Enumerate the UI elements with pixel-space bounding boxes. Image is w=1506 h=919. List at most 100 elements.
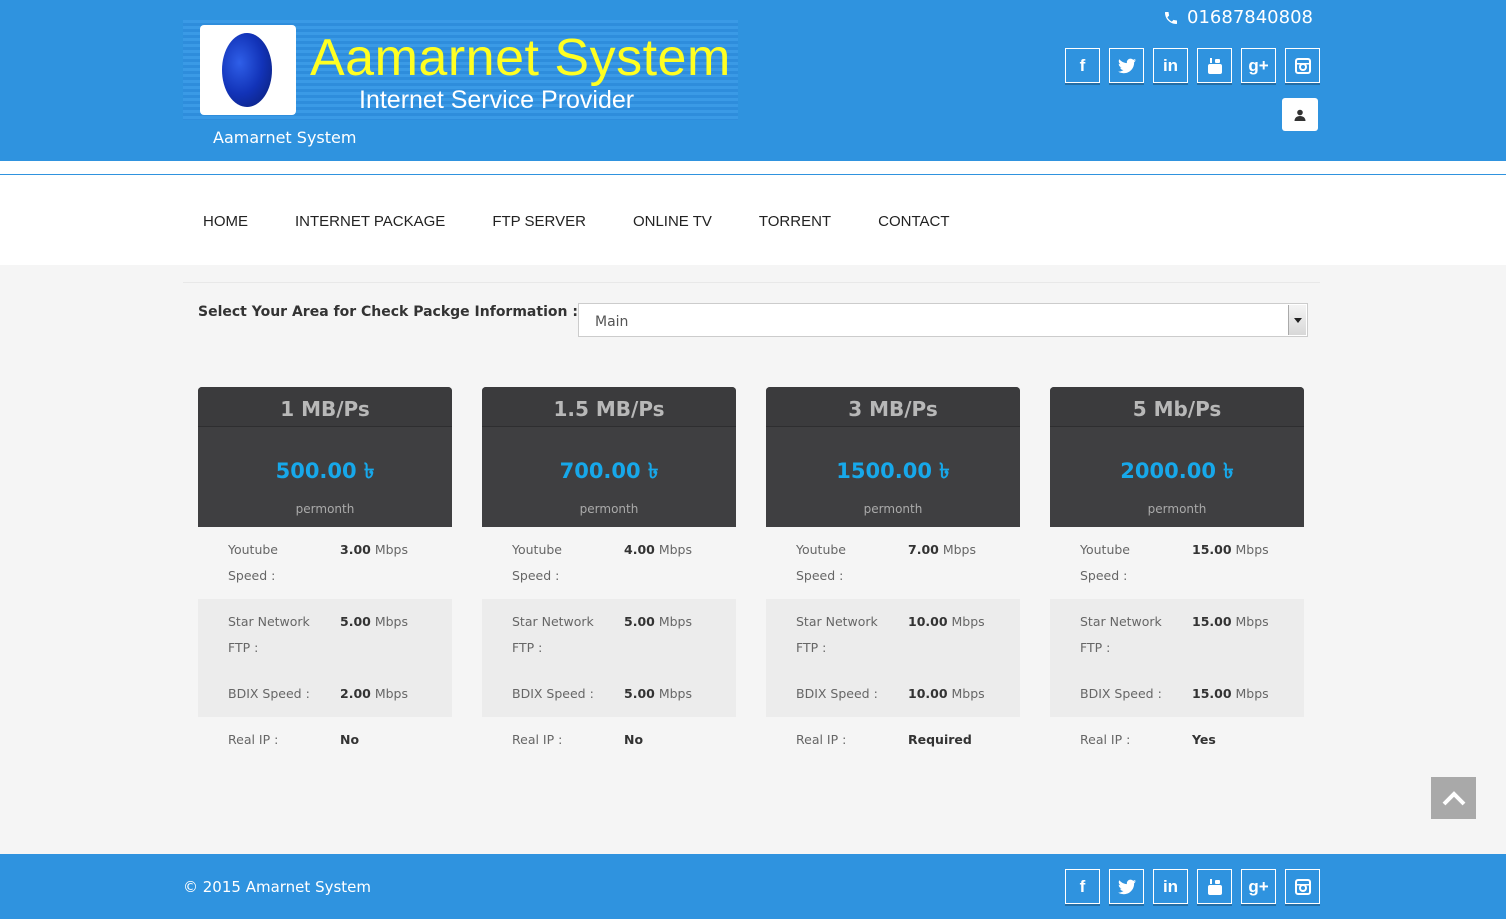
package-card: 1 MB/Ps 500.00 ৳ permonth Youtube Speed … [198,387,452,767]
real-ip-row: Real IP : No [482,717,736,763]
youtube-speed-value: 4.00 Mbps [624,542,692,557]
linkedin-icon[interactable]: in [1153,48,1188,83]
package-title: 3 MB/Ps [766,387,1020,427]
package-card: 5 Mb/Ps 2000.00 ৳ permonth Youtube Speed… [1050,387,1304,767]
social-links-footer: f in g+ [1065,869,1320,904]
chevron-up-icon [1442,791,1465,806]
phone-contact: 01687840808 [1163,7,1313,28]
area-select[interactable]: Main [578,303,1308,337]
phone-number: 01687840808 [1187,7,1313,28]
package-period: permonth [579,502,639,516]
instagram-icon[interactable] [1285,869,1320,904]
youtube-speed-row: Youtube Speed : 3.00 Mbps [198,527,452,599]
logo-title: Aamarnet System [310,29,731,87]
youtube-speed-value: 15.00 Mbps [1192,542,1269,557]
bdix-speed-value: 10.00 Mbps [908,686,985,701]
youtube-speed-row: Youtube Speed : 15.00 Mbps [1050,527,1304,599]
youtube-icon[interactable] [1197,869,1232,904]
social-links-header: f in g+ [1065,48,1320,83]
real-ip-row: Real IP : No [198,717,452,763]
package-price: 2000.00 ৳ [1120,459,1234,483]
nav-item-contact[interactable]: CONTACT [878,213,949,230]
real-ip-label: Real IP : [796,732,847,747]
logo-banner[interactable]: Aamarnet System Internet Service Provide… [183,20,738,120]
real-ip-row: Real IP : Required [766,717,1020,763]
youtube-speed-value: 7.00 Mbps [908,542,976,557]
nav-item-home[interactable]: HOME [203,213,248,230]
ftp-bdix-rows: Star Network FTP : 5.00 Mbps BDIX Speed … [198,599,452,717]
ftp-bdix-rows: Star Network FTP : 5.00 Mbps BDIX Speed … [482,599,736,717]
ftp-speed-value: 15.00 Mbps [1192,614,1269,629]
real-ip-value: Required [908,732,972,747]
linkedin-icon[interactable]: in [1153,869,1188,904]
nav-item-torrent[interactable]: TORRENT [759,213,831,230]
twitter-icon[interactable] [1109,48,1144,83]
site-name: Aamarnet System [213,128,357,147]
package-header: 3 MB/Ps 1500.00 ৳ permonth [766,387,1020,527]
real-ip-label: Real IP : [228,732,279,747]
google-plus-icon[interactable]: g+ [1241,869,1276,904]
package-header: 1.5 MB/Ps 700.00 ৳ permonth [482,387,736,527]
ftp-speed-value: 5.00 Mbps [624,614,692,629]
main-navigation: HOME INTERNET PACKAGE FTP SERVER ONLINE … [0,161,1506,265]
ftp-speed-label: Star Network FTP : [796,614,878,655]
package-period: permonth [863,502,923,516]
real-ip-label: Real IP : [1080,732,1131,747]
facebook-icon[interactable]: f [1065,869,1100,904]
nav-divider [0,174,1506,175]
instagram-icon[interactable] [1285,48,1320,83]
ftp-speed-label: Star Network FTP : [1080,614,1162,655]
nav-item-online-tv[interactable]: ONLINE TV [633,213,712,230]
nav-item-ftp-server[interactable]: FTP SERVER [492,213,586,230]
header: Aamarnet System Internet Service Provide… [0,0,1506,161]
package-card: 1.5 MB/Ps 700.00 ৳ permonth Youtube Spee… [482,387,736,767]
globe-icon [222,33,272,107]
youtube-speed-row: Youtube Speed : 4.00 Mbps [482,527,736,599]
real-ip-row: Real IP : Yes [1050,717,1304,763]
area-select-label: Select Your Area for Check Packge Inform… [198,304,578,320]
bdix-speed-value: 2.00 Mbps [340,686,408,701]
package-price: 1500.00 ৳ [836,459,950,483]
content-divider [183,282,1320,283]
ftp-speed-label: Star Network FTP : [512,614,594,655]
ftp-bdix-rows: Star Network FTP : 10.00 Mbps BDIX Speed… [766,599,1020,717]
package-period: permonth [1147,502,1207,516]
youtube-speed-label: Youtube Speed : [1080,542,1130,583]
back-to-top-button[interactable] [1431,777,1476,819]
facebook-icon[interactable]: f [1065,48,1100,83]
real-ip-value: No [624,732,644,747]
bdix-speed-value: 15.00 Mbps [1192,686,1269,701]
package-period: permonth [295,502,355,516]
ftp-bdix-rows: Star Network FTP : 15.00 Mbps BDIX Speed… [1050,599,1304,717]
logo-subtitle: Internet Service Provider [359,86,635,114]
package-price: 700.00 ৳ [559,459,659,483]
real-ip-value: Yes [1192,732,1216,747]
ftp-speed-value: 5.00 Mbps [340,614,408,629]
youtube-speed-label: Youtube Speed : [512,542,562,583]
youtube-speed-value: 3.00 Mbps [340,542,408,557]
chevron-down-icon[interactable] [1288,305,1306,335]
phone-icon [1165,11,1178,24]
bdix-speed-label: BDIX Speed : [1080,686,1162,701]
twitter-icon[interactable] [1109,869,1144,904]
youtube-icon[interactable] [1197,48,1232,83]
package-header: 1 MB/Ps 500.00 ৳ permonth [198,387,452,527]
copyright-text: © 2015 Amarnet System [183,878,371,896]
area-select-value: Main [595,314,629,330]
real-ip-value: No [340,732,360,747]
bdix-speed-label: BDIX Speed : [512,686,594,701]
logo-globe-box [200,25,296,115]
bdix-speed-label: BDIX Speed : [228,686,310,701]
package-title: 1.5 MB/Ps [482,387,736,427]
ftp-speed-value: 10.00 Mbps [908,614,985,629]
real-ip-label: Real IP : [512,732,563,747]
bdix-speed-value: 5.00 Mbps [624,686,692,701]
package-title: 1 MB/Ps [198,387,452,427]
user-login-button[interactable] [1282,98,1318,131]
user-icon [1294,109,1306,121]
nav-menu: HOME INTERNET PACKAGE FTP SERVER ONLINE … [203,213,997,230]
ftp-speed-label: Star Network FTP : [228,614,310,655]
package-title: 5 Mb/Ps [1050,387,1304,427]
google-plus-icon[interactable]: g+ [1241,48,1276,83]
nav-item-internet-package[interactable]: INTERNET PACKAGE [295,213,445,230]
